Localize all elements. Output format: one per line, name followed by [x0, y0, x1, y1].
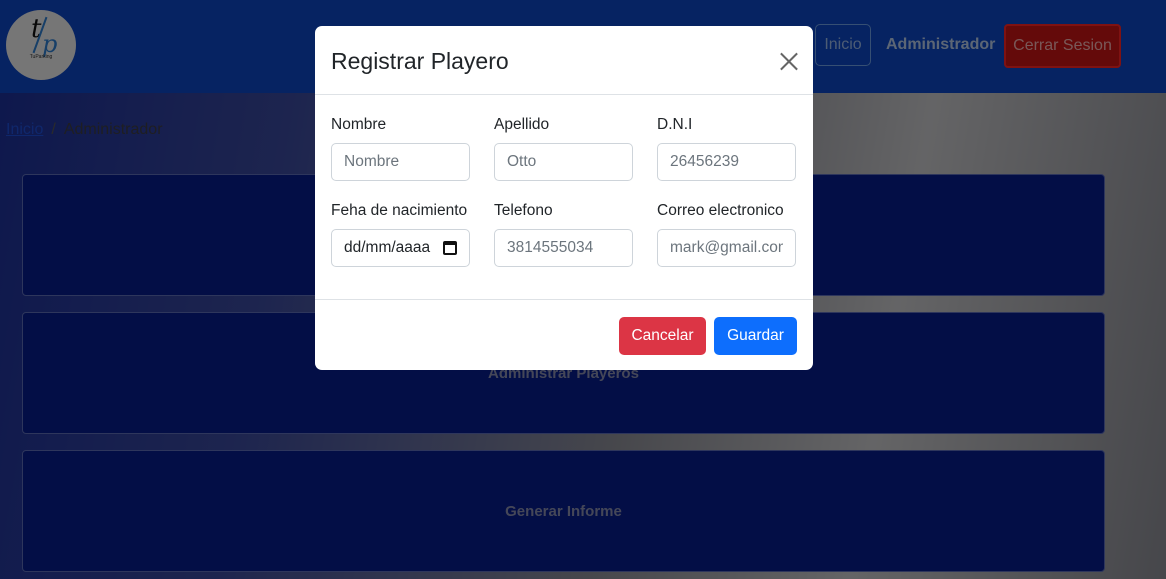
nacimiento-label: Feha de nacimiento	[331, 202, 468, 219]
nacimiento-date-input[interactable]: dd/mm/aaaa	[331, 229, 470, 267]
modal-header: Registrar Playero	[315, 26, 813, 95]
correo-label: Correo electronico	[657, 202, 784, 219]
correo-input[interactable]	[657, 229, 796, 267]
registrar-playero-modal: Registrar Playero Nombre Apellido D.N.I …	[315, 26, 813, 370]
modal-footer: Cancelar Guardar	[315, 299, 813, 370]
save-button[interactable]: Guardar	[714, 317, 797, 355]
date-value: dd/mm/aaaa	[344, 239, 431, 256]
apellido-input[interactable]	[494, 143, 633, 181]
modal-title: Registrar Playero	[331, 48, 509, 74]
telefono-label: Telefono	[494, 202, 553, 219]
apellido-label: Apellido	[494, 116, 550, 133]
nombre-input[interactable]	[331, 143, 470, 181]
telefono-input[interactable]	[494, 229, 633, 267]
cancel-button[interactable]: Cancelar	[619, 317, 706, 355]
nombre-label: Nombre	[331, 116, 387, 133]
dni-input[interactable]	[657, 143, 796, 181]
close-icon[interactable]	[778, 50, 800, 72]
calendar-icon[interactable]	[443, 241, 457, 255]
dni-label: D.N.I	[657, 116, 693, 133]
